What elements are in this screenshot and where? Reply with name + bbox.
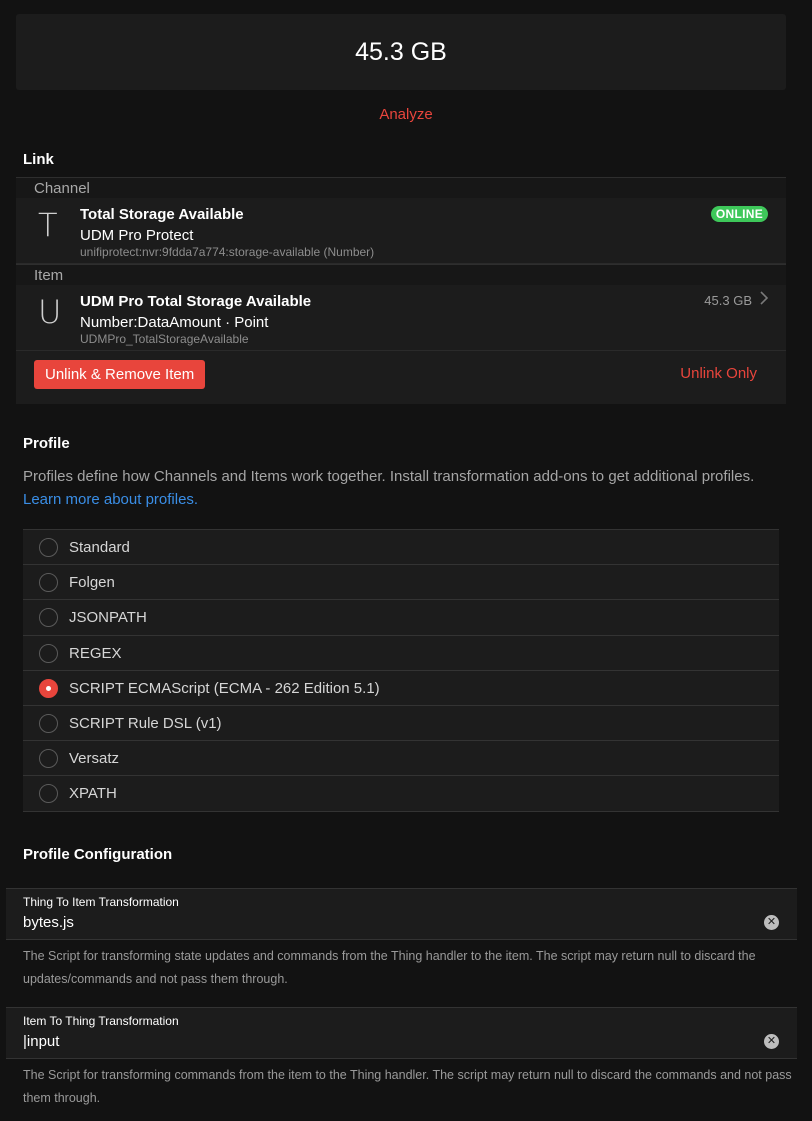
profile-section-title: Profile (23, 435, 70, 452)
item-entry[interactable]: U UDM Pro Total Storage Available Number… (16, 285, 786, 351)
radio-button[interactable] (39, 713, 58, 733)
profile-option[interactable]: Versatz (23, 741, 779, 777)
item-letter-icon: U (38, 293, 62, 331)
profile-option-label: SCRIPT Rule DSL (v1) (69, 714, 222, 732)
channel-header: Channel (16, 177, 786, 198)
profile-configuration-title: Profile Configuration (23, 846, 173, 863)
unlink-remove-item-button[interactable]: Unlink & Remove Item (34, 360, 206, 389)
profile-option-label: XPATH (69, 785, 117, 803)
thing-to-item-field: Thing To Item Transformation ✕ (6, 888, 797, 940)
profile-option[interactable]: Folgen (23, 565, 779, 601)
item-name: UDMPro_TotalStorageAvailable (80, 332, 249, 346)
link-section-title: Link (23, 151, 54, 168)
learn-more-profiles-link[interactable]: Learn more about profiles. (23, 491, 198, 508)
channel-thing: UDM Pro Protect (80, 227, 194, 244)
profile-option-label: SCRIPT ECMAScript (ECMA - 262 Edition 5.… (69, 679, 380, 697)
radio-button[interactable] (39, 538, 58, 557)
channel-letter-icon: T (38, 206, 58, 244)
item-type: Number:DataAmount · Point (80, 314, 269, 331)
profile-description: Profiles define how Channels and Items w… (23, 465, 783, 511)
radio-button[interactable] (39, 643, 58, 663)
profile-option-label: Versatz (69, 750, 120, 768)
item-to-thing-help: The Script for transforming commands fro… (23, 1068, 792, 1105)
item-state-value: 45.3 GB (355, 37, 447, 66)
link-actions: Unlink & Remove Item Unlink Only (16, 351, 786, 391)
profile-option-label: REGEX (69, 644, 122, 662)
radio-button[interactable] (39, 608, 58, 628)
channel-uid: unifiprotect:nvr:9fdda7a774:storage-avai… (80, 245, 375, 259)
thing-to-item-input[interactable] (23, 914, 743, 931)
profile-description-text: Profiles define how Channels and Items w… (23, 468, 755, 485)
clear-icon[interactable]: ✕ (764, 1034, 779, 1049)
channel-entry[interactable]: T Total Storage Available UDM Pro Protec… (16, 198, 786, 264)
radio-button[interactable] (39, 749, 58, 769)
profile-option[interactable]: SCRIPT Rule DSL (v1) (23, 706, 779, 742)
link-card: Channel T Total Storage Available UDM Pr… (16, 177, 786, 404)
radio-button[interactable] (39, 678, 58, 698)
online-status-badge: ONLINE (710, 206, 768, 222)
radio-button[interactable] (39, 573, 58, 593)
item-header: Item (16, 264, 786, 285)
analyze-button[interactable]: Analyze (0, 106, 812, 123)
thing-to-item-help: The Script for transforming state update… (23, 949, 756, 986)
clear-icon[interactable]: ✕ (764, 915, 779, 930)
thing-to-item-label: Thing To Item Transformation (23, 895, 179, 909)
profile-option[interactable]: Standard (23, 530, 779, 566)
profile-option[interactable]: XPATH (23, 776, 779, 812)
unlink-only-button[interactable]: Unlink Only (680, 365, 757, 382)
item-to-thing-label: Item To Thing Transformation (23, 1014, 179, 1028)
profile-list: Standard Folgen JSONPATH REGEX SCRIPT ECMASc… (23, 529, 779, 812)
item-state: 45.3 GB (704, 293, 752, 308)
profile-option[interactable]: SCRIPT ECMAScript (ECMA - 262 Edition 5.… (23, 671, 779, 706)
item-to-thing-field: Item To Thing Transformation ✕ (6, 1007, 797, 1059)
profile-option-label: Folgen (69, 574, 115, 592)
profile-option[interactable]: JSONPATH (23, 600, 779, 636)
item-state-display: 45.3 GB (16, 14, 786, 90)
profile-option-label: JSONPATH (69, 609, 147, 627)
profile-option[interactable]: REGEX (23, 636, 779, 671)
channel-label: Total Storage Available (80, 206, 244, 223)
item-label: UDM Pro Total Storage Available (80, 293, 312, 310)
item-to-thing-input[interactable] (23, 1033, 743, 1050)
profile-option-label: Standard (69, 539, 130, 556)
chevron-right-icon (760, 291, 769, 308)
radio-button[interactable] (39, 784, 58, 804)
